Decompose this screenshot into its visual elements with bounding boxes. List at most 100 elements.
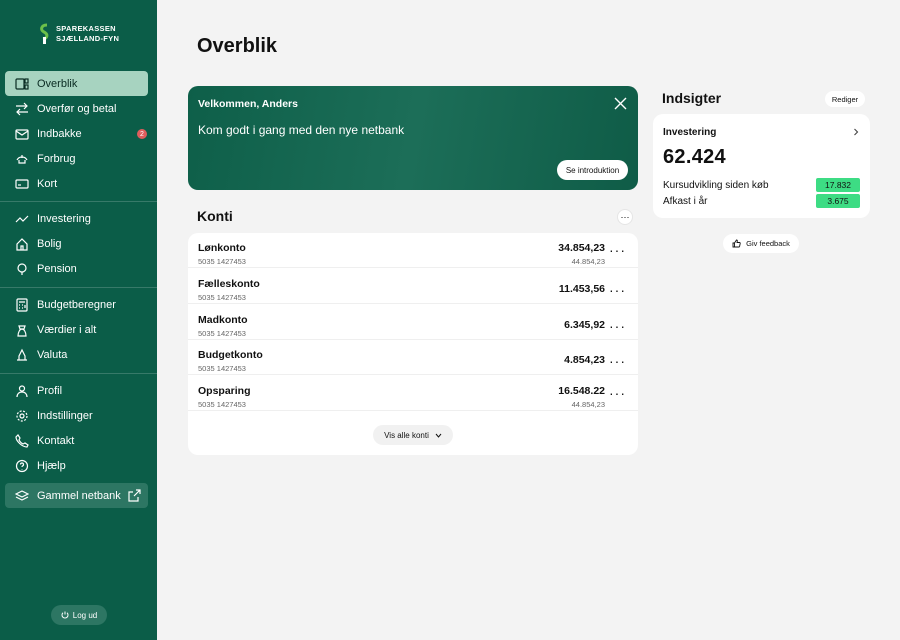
account-row[interactable]: Budgetkonto 5035 1427453 4.854,23 ··· [188,340,638,375]
feedback-label: Giv feedback [746,239,790,248]
close-icon[interactable] [614,97,627,110]
sidebar-item-bolig[interactable]: Bolig [5,231,148,256]
sidebar-item-label: Indbakke [37,127,82,140]
sidebar-item-label: Overblik [37,77,78,90]
sidebar-item-indbakke[interactable]: Indbakke 2 [5,121,148,146]
trend-icon [15,212,29,226]
sidebar-item-label: Hjælp [37,459,66,472]
sidebar-item-budgetberegner[interactable]: Budgetberegner [5,292,148,317]
accounts-list: Lønkonto 5035 1427453 34.854,23 44.854,2… [188,233,638,455]
user-icon [15,384,29,398]
logout-button[interactable]: Log ud [51,605,107,625]
investment-row-label: Afkast i år [663,195,708,207]
sidebar-item-indstillinger[interactable]: Indstillinger [5,403,148,428]
account-menu-button[interactable]: ··· [609,319,626,333]
sidebar-item-kort[interactable]: Kort [5,171,148,196]
account-available: 44.854,23 [571,400,605,409]
sidebar-item-label: Kort [37,177,58,190]
power-icon [61,611,69,619]
logout-label: Log ud [72,610,98,620]
account-balance: 16.548.22 [558,385,605,397]
pension-icon [15,262,29,276]
show-all-accounts-button[interactable]: Vis alle konti [373,425,453,445]
sidebar-item-overblik[interactable]: Overblik [5,71,148,96]
sidebar-divider [0,201,157,202]
help-icon [15,459,29,473]
sidebar-item-label: Pension [37,262,77,275]
account-name: Fælleskonto [198,278,260,290]
investment-card[interactable]: Investering 62.424 Kursudvikling siden k… [653,114,870,218]
sidebar-item-vaerdier[interactable]: Værdier i alt [5,317,148,342]
account-menu-button[interactable]: ··· [609,386,626,400]
external-link-icon [128,489,141,502]
layers-icon [15,489,29,503]
sidebar-item-forbrug[interactable]: Forbrug [5,146,148,171]
show-all-label: Vis alle konti [384,430,429,440]
investment-row-label: Kursudvikling siden køb [663,179,769,191]
sidebar-item-label: Valuta [37,348,68,361]
chevron-right-icon [854,128,859,136]
account-menu-button[interactable]: ··· [609,283,626,297]
account-balance: 34.854,23 [558,242,605,254]
account-menu-button[interactable]: ··· [609,354,626,368]
sidebar-item-kontakt[interactable]: Kontakt [5,428,148,453]
account-menu-button[interactable]: ··· [609,243,626,257]
sidebar-item-hjaelp[interactable]: Hjælp [5,453,148,478]
currency-icon [15,348,29,362]
account-name: Lønkonto [198,242,246,254]
account-number: 5035 1427453 [198,329,246,338]
sidebar-item-label: Indstillinger [37,409,93,422]
account-row[interactable]: Opsparing 5035 1427453 16.548.22 44.854,… [188,376,638,411]
investment-row-value: 17.832 [816,178,860,192]
account-balance: 4.854,23 [564,354,605,366]
investment-row: Afkast i år 3.675 [663,194,860,208]
welcome-text: Kom godt i gang med den nye netbank [198,123,405,137]
account-name: Budgetkonto [198,349,263,361]
welcome-title: Velkommen, Anders [198,98,298,110]
feedback-button[interactable]: Giv feedback [723,234,799,253]
sidebar-item-label: Overfør og betal [37,102,117,115]
sidebar-item-investering[interactable]: Investering [5,206,148,231]
sidebar-item-overfor[interactable]: Overfør og betal [5,96,148,121]
brand-line2: SJÆLLAND-FYN [56,34,120,43]
sidebar-divider [0,373,157,374]
sidebar-divider [0,287,157,288]
account-row[interactable]: Madkonto 5035 1427453 6.345,92 ··· [188,305,638,340]
sidebar-item-valuta[interactable]: Valuta [5,342,148,367]
sidebar: SPAREKASSEN SJÆLLAND-FYN Overblik Overfø… [0,0,157,640]
account-number: 5035 1427453 [198,257,246,266]
phone-icon [15,433,29,448]
account-balance: 6.345,92 [564,319,605,331]
account-row[interactable]: Fælleskonto 5035 1427453 11.453,56 ··· [188,269,638,304]
spending-icon [15,152,29,166]
edit-insights-button[interactable]: Rediger [825,91,865,107]
sidebar-item-label: Gammel netbank [37,489,121,502]
account-number: 5035 1427453 [198,364,246,373]
sidebar-item-pension[interactable]: Pension [5,256,148,281]
home-icon [15,237,29,251]
account-balance: 11.453,56 [558,283,605,295]
investment-row-value: 3.675 [816,194,860,208]
accounts-more-button[interactable]: ⋯ [617,209,633,225]
sidebar-item-label: Budgetberegner [37,298,116,311]
account-name: Opsparing [198,385,251,397]
account-available: 44.854,23 [571,257,605,266]
brand-line1: SPAREKASSEN [56,24,116,33]
unread-badge: 2 [137,129,147,139]
account-row[interactable]: Lønkonto 5035 1427453 34.854,23 44.854,2… [188,233,638,268]
dashboard-icon [15,77,29,91]
sidebar-item-gammel-netbank[interactable]: Gammel netbank [5,483,148,508]
investment-value: 62.424 [663,146,726,168]
values-icon [15,323,29,337]
account-number: 5035 1427453 [198,400,246,409]
insights-title: Indsigter [662,90,722,106]
investment-row: Kursudvikling siden køb 17.832 [663,178,860,192]
brand-logo[interactable]: SPAREKASSEN SJÆLLAND-FYN [38,23,119,45]
accounts-title: Konti [197,208,233,224]
sidebar-item-profil[interactable]: Profil [5,378,148,403]
investment-label: Investering [663,127,717,138]
card-icon [15,177,29,191]
mail-icon [15,127,29,141]
intro-button[interactable]: Se introduktion [557,160,628,180]
sidebar-item-label: Forbrug [37,152,76,165]
